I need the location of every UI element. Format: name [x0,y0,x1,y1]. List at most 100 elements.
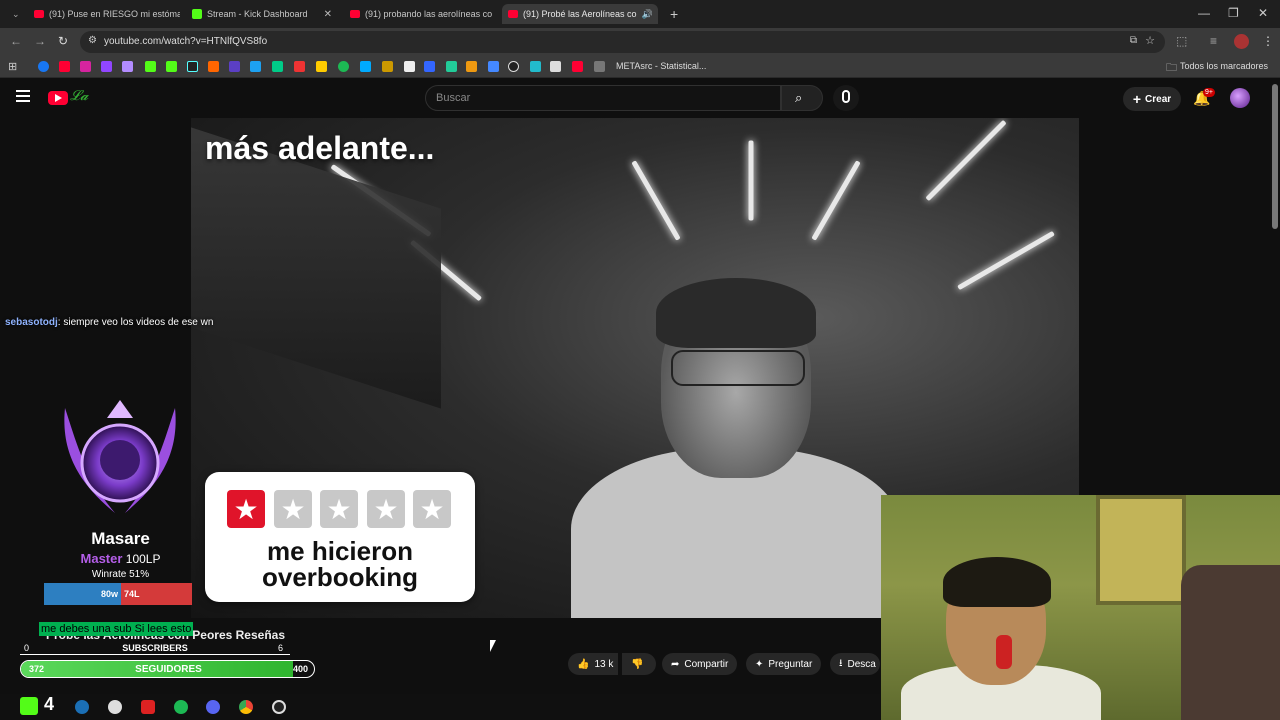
youtube-logo-icon[interactable] [48,91,68,105]
bookmark-icon[interactable] [466,61,477,72]
ceiling-light [811,160,861,241]
bookmark-icon[interactable] [250,61,261,72]
speaker-icon[interactable]: 🔊 [642,9,653,20]
ceiling-light [631,160,681,241]
dislike-button[interactable]: 👎 [622,653,656,675]
close-window-icon[interactable]: ✕ [1258,6,1268,20]
close-icon[interactable]: ✕ [324,9,332,20]
menu-dots-icon[interactable]: ⋮ [1262,34,1274,48]
master-rank-emblem-icon [64,400,176,513]
media-controls-icon[interactable]: ≡ [1210,34,1217,48]
page-scrollbar[interactable] [1272,84,1278,229]
kick-app-icon[interactable] [20,697,38,715]
star-empty-icon: ★ [367,490,405,528]
facebook-bookmark-icon[interactable] [38,61,49,72]
twitch-bookmark-icon[interactable] [101,61,112,72]
bookmark-icon[interactable] [316,61,327,72]
chrome-icon[interactable] [239,700,253,714]
bookmark-icon[interactable] [424,61,435,72]
bookmark-icon[interactable] [122,61,133,72]
browser-tab-2[interactable]: Stream - Kick Dashboard ✕ [186,4,338,24]
create-label: Crear [1145,93,1172,105]
bookmark-icon[interactable] [294,61,305,72]
tiktok-bookmark-icon[interactable] [187,61,198,72]
omnibox[interactable]: ⚙ youtube.com/watch?v=HTNlfQVS8fo ⧉ ☆ [80,31,1165,53]
rating-card: ★ ★ ★ ★ ★ me hicieron overbooking [205,472,475,602]
url-text[interactable]: youtube.com/watch?v=HTNlfQVS8fo [104,36,267,47]
forward-icon[interactable]: → [34,34,46,48]
bookmark-icon[interactable] [488,61,499,72]
steam-icon[interactable] [75,700,89,714]
browser-tab-3[interactable]: (91) probando las aerolíneas co ✕ [344,4,496,24]
reload-icon[interactable]: ↻ [58,34,68,48]
ceiling-light [748,140,754,221]
browser-tab-strip: ⌄ (91) Puse en RIESGO mi estómago ✕ Stre… [0,0,1280,28]
new-tab-button[interactable]: + [664,4,684,24]
instagram-bookmark-icon[interactable] [80,61,91,72]
browser-tab-4-active[interactable]: (91) Probé las Aerolíneas co 🔊 ✕ [502,4,658,24]
bookmarks-bar: ⊞ METAsrc - Statistical... 🗀 Todos los m… [0,56,1280,78]
app-icon[interactable] [141,700,155,714]
youtube-bookmark-icon[interactable] [572,61,583,72]
restore-icon[interactable]: ❐ [1228,6,1239,20]
hamburger-menu-icon[interactable] [16,90,30,102]
back-icon[interactable]: ← [10,34,22,48]
obs-icon[interactable] [272,700,286,714]
settings-app-icon[interactable] [108,700,122,714]
bookmark-icon[interactable] [382,61,393,72]
channel-doodle-logo[interactable]: 𝓛𝓪 [70,87,88,104]
taskbar-count-badge: 4 [44,694,55,714]
search-button[interactable]: ⌕ [781,85,823,111]
summoner-name: Masare [91,529,150,548]
bookmark-star-icon[interactable]: ☆ [1145,34,1155,47]
voice-search-button[interactable] [833,85,859,111]
discord-icon[interactable] [206,700,220,714]
kick-bookmark-icon[interactable] [145,61,156,72]
webcam-person-headphones [943,557,1051,607]
bookmark-icon[interactable] [446,61,457,72]
person-glasses [671,350,805,386]
youtube-bookmark-icon[interactable] [59,61,70,72]
all-bookmarks-link[interactable]: Todos los marcadores [1180,61,1268,71]
search-input[interactable]: Buscar [425,85,781,111]
profile-avatar-icon[interactable] [1234,34,1249,49]
spotify-icon[interactable] [174,700,188,714]
apps-grid-icon[interactable]: ⊞ [8,60,17,73]
subs-label: SUBSCRIBERS [122,643,188,653]
download-button[interactable]: ⭳ Desca [830,653,880,675]
plus-icon: + [1132,91,1142,107]
microphone-icon [842,90,850,103]
folder-icon[interactable]: 🗀 [1166,59,1177,78]
like-count: 13 k [594,658,614,670]
extensions-icon[interactable]: ⬚ [1176,34,1187,48]
rank-tier-name: Master [80,551,123,566]
minimize-icon[interactable]: — [1198,6,1210,20]
metasrc-bookmark[interactable]: METAsrc - Statistical... [616,61,706,71]
account-avatar[interactable] [1230,88,1250,108]
followers-label: SEGUIDORES [135,664,202,675]
ask-button[interactable]: ✦ Preguntar [746,653,822,675]
bookmark-icon[interactable] [530,61,541,72]
bookmark-icon[interactable] [550,61,561,72]
bookmark-icon[interactable] [208,61,219,72]
browser-tab-1[interactable]: (91) Puse en RIESGO mi estómago ✕ [28,4,180,24]
win-loss-bar: 80w 74L [44,583,192,605]
followers-goal-bar: 372 SEGUIDORES 400 [20,660,315,678]
bookmark-icon[interactable] [272,61,283,72]
download-label: Desca [847,658,876,670]
install-app-icon[interactable]: ⧉ [1130,35,1137,46]
bookmark-icon[interactable] [508,61,519,72]
bookmark-icon[interactable] [594,61,605,72]
bookmark-icon[interactable] [338,61,349,72]
bookmark-icon[interactable] [229,61,240,72]
bookmark-icon[interactable] [404,61,415,72]
site-info-icon[interactable]: ⚙ [88,35,97,46]
bookmark-icon[interactable] [360,61,371,72]
kick-bookmark-icon[interactable] [166,61,177,72]
tab-search-icon[interactable]: ⌄ [6,4,22,24]
star-empty-icon: ★ [413,490,451,528]
thumbs-down-icon: 👎 [631,658,644,670]
like-button[interactable]: 👍 13 k [568,653,618,675]
share-button[interactable]: ➦ Compartir [662,653,738,675]
create-button[interactable]: + Crear [1123,87,1181,111]
